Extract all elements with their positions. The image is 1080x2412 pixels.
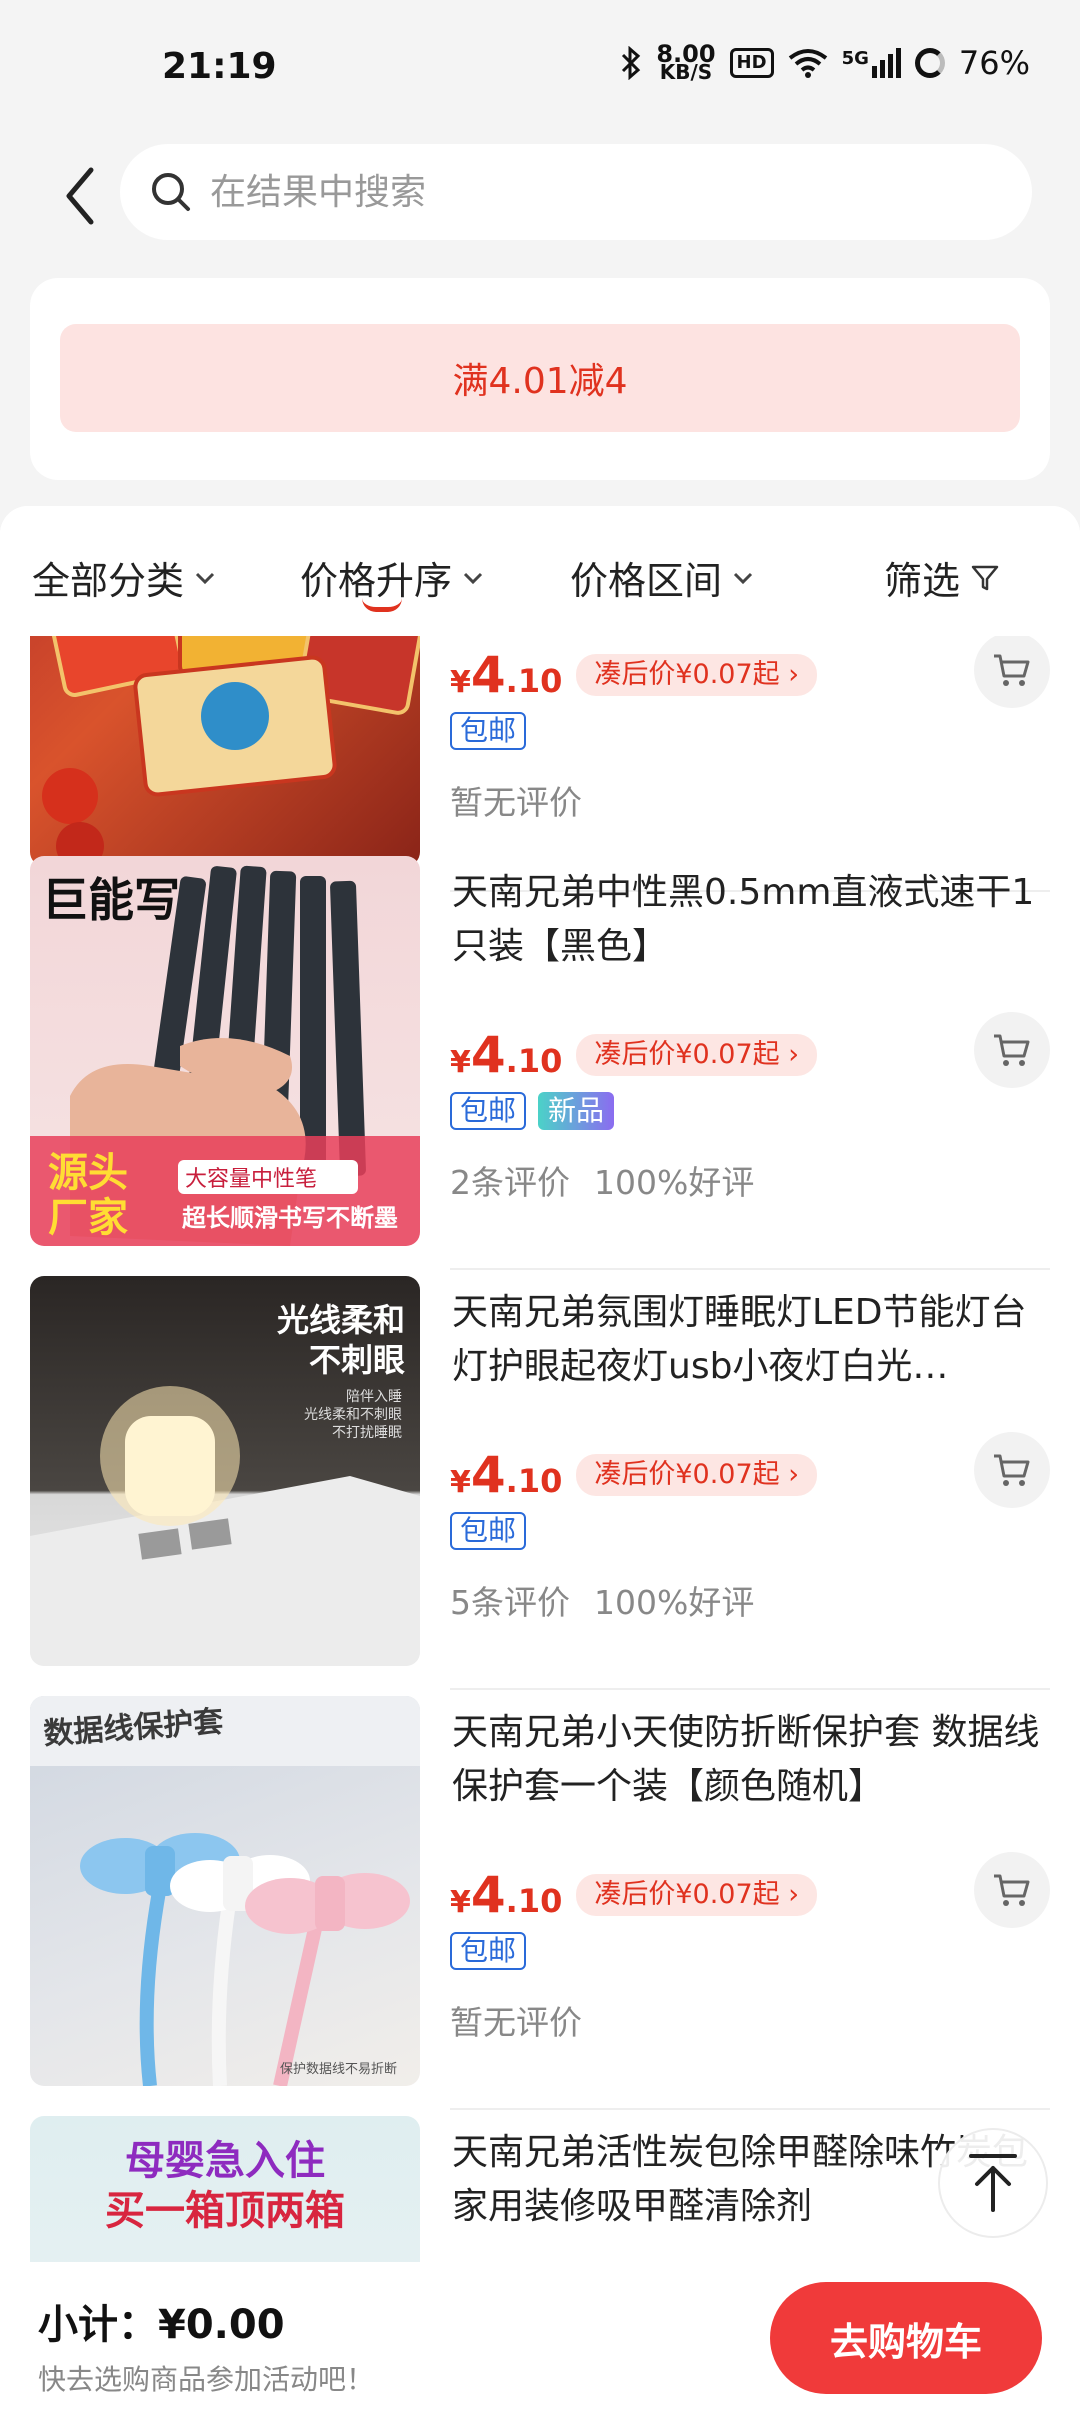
wifi-icon (788, 49, 827, 78)
after-price-tag[interactable]: 凑后价¥0.07起 › (576, 1454, 818, 1496)
cable-protector-image: 数据线保护套 保护数据线不易折断 (30, 1696, 420, 2086)
product-image: 母婴急入住 买一箱顶两箱 (30, 2116, 420, 2262)
svg-text:买一箱顶两箱: 买一箱顶两箱 (105, 2188, 345, 2234)
bluetooth-icon (622, 46, 641, 80)
filter-price-range[interactable]: 价格区间 (570, 550, 754, 605)
svg-text:光线柔和不刺眼: 光线柔和不刺眼 (304, 1407, 402, 1423)
product-title[interactable]: 天南兄弟氛围灯睡眠灯LED节能灯台灯护眼起夜灯usb小夜灯白光… (452, 1286, 1052, 1394)
price-row: ¥ 4 .10 凑后价¥0.07起 › (450, 1026, 818, 1084)
battery-icon (914, 48, 945, 78)
back-to-top-button[interactable] (938, 2128, 1048, 2238)
product-card[interactable]: 光线柔和 不刺眼 陪伴入睡 光线柔和不刺眼 不打扰睡眠 天南兄弟氛围灯睡眠灯LE… (30, 1276, 1052, 1690)
add-to-cart-button[interactable] (974, 1432, 1050, 1508)
badges: 包邮 (450, 712, 527, 750)
badges: 包邮 (450, 1512, 527, 1550)
svg-text:陪伴入睡: 陪伴入睡 (346, 1389, 402, 1405)
chevron-down-icon (733, 572, 753, 584)
charcoal-bag-image: 母婴急入住 买一箱顶两箱 (105, 2138, 345, 2234)
signal-icon: 5G (842, 48, 901, 78)
hd-icon: HD (729, 48, 774, 78)
add-to-cart-button[interactable] (974, 1012, 1050, 1088)
review-info: 5条评价 100%好评 (450, 1583, 755, 1622)
price: ¥ 4 .10 (450, 1866, 563, 1924)
promo-banner[interactable]: 满4.01减4 (60, 324, 1020, 432)
arrow-up-icon (969, 2154, 1017, 2212)
chevron-down-icon (463, 572, 483, 584)
product-title[interactable]: 天南兄弟小天使防折断保护套 数据线保护套一个装【颜色随机】 (452, 1706, 1052, 1814)
cart-icon (994, 1454, 1030, 1486)
status-bar: 21:19 8.00 KB/S HD 5G 76% (0, 0, 1080, 140)
svg-text:源头: 源头 (48, 1150, 128, 1196)
divider (450, 2108, 1050, 2110)
svg-text:大容量中性笔: 大容量中性笔 (185, 1167, 317, 1192)
bottom-bar: 小计：¥0.00 快去选购商品参加活动吧！ 去购物车 (0, 2262, 1080, 2412)
product-image: 数据线保护套 保护数据线不易折断 (30, 1696, 420, 2086)
search-icon (152, 173, 190, 211)
filter-button[interactable]: 筛选 (884, 550, 1000, 605)
divider (450, 1268, 1050, 1270)
price-row: ¥ 4 .10 凑后价¥0.07起 › (450, 1446, 818, 1504)
search-header (0, 140, 1080, 250)
funnel-icon (971, 565, 999, 590)
svg-text:超长顺滑书写不断墨: 超长顺滑书写不断墨 (182, 1204, 398, 1232)
network-speed: 8.00 KB/S (656, 40, 716, 84)
product-card[interactable]: 巨能写 源头 厂家 大容量中性笔 超长顺滑书写不断墨 天南兄弟中性黑0.5mm直… (30, 856, 1052, 1270)
free-shipping-badge: 包邮 (450, 1512, 527, 1550)
gel-pen-image: 巨能写 源头 厂家 大容量中性笔 超长顺滑书写不断墨 (30, 865, 420, 1246)
review-info: 暂无评价 (450, 783, 582, 822)
after-price-tag[interactable]: 凑后价¥0.07起 › (576, 1874, 818, 1916)
cart-icon (994, 1034, 1030, 1066)
back-button[interactable] (52, 158, 108, 234)
bottom-hint: 快去选购商品参加活动吧！ (38, 2363, 375, 2396)
product-list-panel: 全部分类 价格升序 价格区间 筛选 ¥ 4 .10 凑后价¥0.07起 › 包邮… (0, 506, 1080, 2262)
new-product-badge: 新品 (538, 1092, 615, 1130)
add-to-cart-button[interactable] (974, 632, 1050, 708)
back-arrow-icon (66, 167, 94, 225)
add-to-cart-button[interactable] (974, 1852, 1050, 1928)
status-time: 21:19 (162, 46, 277, 87)
svg-text:光线柔和: 光线柔和 (277, 1301, 405, 1339)
free-shipping-badge: 包邮 (450, 1932, 527, 1970)
product-card[interactable]: 数据线保护套 保护数据线不易折断 天南兄弟小天使防折断保护套 数据线保护套一个装… (30, 1696, 1052, 2110)
filter-price-sort[interactable]: 价格升序 (300, 550, 484, 605)
badges: 包邮 (450, 1932, 527, 1970)
svg-text:不刺眼: 不刺眼 (309, 1341, 405, 1379)
promo-card: 满4.01减4 (30, 278, 1050, 480)
subtotal: 小计：¥0.00 (38, 2302, 285, 2348)
free-shipping-badge: 包邮 (450, 712, 527, 750)
chevron-down-icon (195, 572, 215, 584)
product-image: 巨能写 源头 厂家 大容量中性笔 超长顺滑书写不断墨 (30, 856, 420, 1246)
status-icons: 8.00 KB/S HD 5G 76% (620, 40, 1030, 84)
filter-bar: 全部分类 价格升序 价格区间 筛选 (0, 506, 1080, 636)
search-box[interactable] (120, 144, 1032, 240)
svg-text:厂家: 厂家 (48, 1195, 128, 1241)
cart-icon (994, 654, 1030, 686)
filter-all-categories[interactable]: 全部分类 (32, 550, 216, 605)
after-price-tag[interactable]: 凑后价¥0.07起 › (576, 1034, 818, 1076)
badges: 包邮 新品 (450, 1092, 615, 1130)
price: ¥ 4 .10 (450, 1446, 563, 1504)
price: ¥ 4 .10 (450, 646, 563, 704)
free-shipping-badge: 包邮 (450, 1092, 527, 1130)
product-card[interactable]: 母婴急入住 买一箱顶两箱 天南兄弟活性炭包除甲醛除味竹炭包家用装修吸甲醛清除剂 (30, 2116, 1050, 2262)
after-price-tag[interactable]: 凑后价¥0.07起 › (576, 654, 818, 696)
review-info: 2条评价 100%好评 (450, 1163, 755, 1202)
search-input[interactable] (210, 171, 970, 213)
svg-text:巨能写: 巨能写 (42, 873, 180, 927)
price-row: ¥ 4 .10 凑后价¥0.07起 › (450, 646, 818, 704)
svg-text:不打扰睡眠: 不打扰睡眠 (332, 1424, 402, 1441)
price-row: ¥ 4 .10 凑后价¥0.07起 › (450, 1866, 818, 1924)
review-info: 暂无评价 (450, 2003, 582, 2042)
svg-text:保护数据线不易折断: 保护数据线不易折断 (280, 2062, 397, 2077)
active-sort-indicator (362, 598, 402, 612)
cart-icon (994, 1874, 1030, 1906)
night-light-image: 光线柔和 不刺眼 陪伴入睡 光线柔和不刺眼 不打扰睡眠 (30, 1301, 420, 1666)
go-to-cart-button[interactable]: 去购物车 (770, 2282, 1042, 2394)
divider (450, 1688, 1050, 1690)
product-image: 光线柔和 不刺眼 陪伴入睡 光线柔和不刺眼 不打扰睡眠 (30, 1276, 420, 1666)
price: ¥ 4 .10 (450, 1026, 563, 1084)
battery-level: 76% (958, 44, 1030, 82)
svg-text:母婴急入住: 母婴急入住 (125, 2138, 325, 2184)
product-title[interactable]: 天南兄弟中性黑0.5mm直液式速干1只装【黑色】 (452, 866, 1052, 974)
